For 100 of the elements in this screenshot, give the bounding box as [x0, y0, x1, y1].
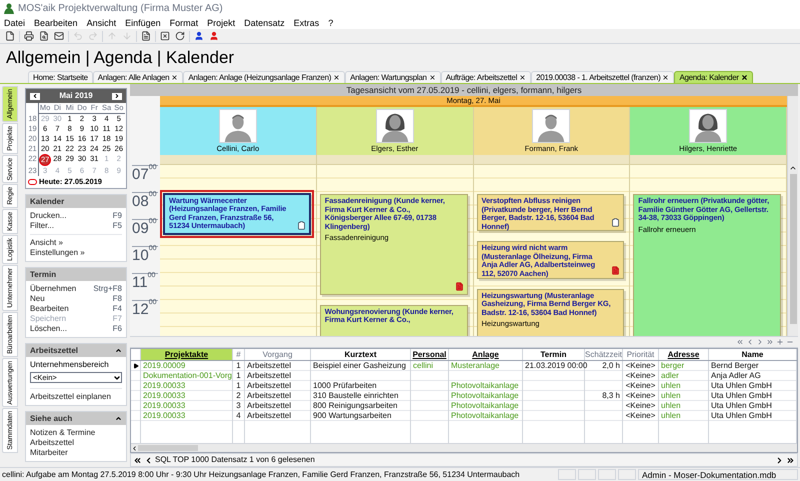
table-cell: 310 Baustelle einrichten — [313, 391, 398, 400]
column-header[interactable]: Vorgang — [245, 349, 311, 360]
panel-command[interactable]: Einstellungen » — [30, 248, 122, 258]
command-label[interactable]: Ansicht » — [30, 238, 63, 248]
command-label[interactable]: Übernehmen — [30, 284, 76, 294]
command-label[interactable]: Löschen... — [30, 324, 67, 334]
status-database: Admin - Moser-Dokumentation.mdb — [638, 469, 798, 480]
menu-item[interactable]: Datensatz — [244, 18, 285, 28]
hour-label: 09$^{00}$ — [132, 220, 156, 237]
table-cell: 2019.00033 — [143, 391, 186, 400]
document-tab[interactable]: Anlagen: Wartungsplan — [345, 71, 441, 83]
panel-title: Termin — [30, 268, 56, 280]
table-cell: <Keine> — [626, 411, 656, 420]
table-cell: 2019.00033 — [143, 411, 186, 420]
command-label[interactable]: Bearbeiten — [30, 304, 69, 314]
table-cell: 2019.00009 — [143, 361, 186, 370]
table-cell: 21.03.2019 00:00 — [525, 361, 588, 370]
shortcut-label: F8 — [112, 294, 122, 304]
panel-command[interactable]: Neu F8 — [30, 294, 122, 304]
panel-command[interactable]: Bearbeiten F4 — [30, 304, 122, 314]
command-label[interactable]: Arbeitszettel — [30, 438, 74, 448]
document-tab[interactable]: 2019.00038 - 1. Arbeitszettel (franzen) — [531, 71, 674, 83]
table-cell: Arbeitszettel — [247, 391, 292, 400]
table-cell: 8,3 h — [602, 391, 620, 400]
panel-title: Kalender — [30, 196, 64, 208]
table-cell: Uta Uhlen GmbH — [711, 381, 772, 390]
table-cell: Arbeitszettel — [247, 361, 292, 370]
table-cell: 800 Reinigungsarbeiten — [313, 401, 398, 410]
document-tab[interactable]: Anlagen: Alle Anlagen — [92, 71, 184, 83]
table-cell: Uta Uhlen GmbH — [711, 401, 772, 410]
command-label[interactable]: Drucken... — [30, 211, 66, 221]
table-cell: <Keine> — [626, 371, 656, 380]
column-header[interactable]: Personal — [411, 349, 449, 360]
table-cell: Arbeitszettel — [247, 411, 292, 420]
panel-command[interactable]: Drucken... F9 — [30, 211, 122, 221]
shortcut-label: Strg+F8 — [93, 284, 122, 294]
record-info: SQL TOP 1000 Datensatz 1 von 6 gelesenen — [155, 454, 316, 466]
status-message: cellini: Aufgabe am Montag 27.5.2019 8:00 Uhr - 9:30 Uhr Heizungsanlage Franzen, Familie Gerd Franzen, Franzstraße 56, 51234 Untermaubach — [2, 468, 521, 480]
window-title: MOS'aik Projektverwaltung (Firma Muster AG) — [18, 2, 223, 16]
menu-item[interactable]: Extras — [294, 18, 320, 28]
table-cell: 2,0 h — [602, 361, 620, 370]
column-header[interactable]: Name — [709, 349, 797, 360]
shortcut-label: F5 — [112, 221, 122, 231]
panel-command[interactable]: Notizen & Termine — [30, 428, 122, 438]
hour-label: 11$^{00}$ — [132, 274, 156, 291]
table-cell: cellini — [413, 361, 434, 370]
document-tab[interactable]: Aufträge: Arbeitszettel — [440, 71, 532, 83]
column-header[interactable]: Schätzzeit — [585, 349, 623, 360]
command-label[interactable]: Einstellungen » — [30, 248, 85, 258]
table-cell: berger — [661, 361, 684, 370]
table-cell: <Keine> — [626, 401, 656, 410]
hour-label: 07$^{00}$ — [132, 166, 156, 183]
hour-label: 10$^{00}$ — [132, 247, 156, 264]
command-label[interactable]: Neu — [30, 294, 45, 304]
table-cell: <Keine> — [626, 361, 656, 370]
panel-command[interactable]: Mitarbeiter — [30, 448, 122, 458]
month-label: Mai 2019 — [59, 90, 93, 102]
menu-item[interactable]: Projekt — [207, 18, 236, 28]
table-cell: 1 — [236, 381, 241, 390]
table-cell: Dokumentation-001-Vorg — [143, 371, 232, 380]
table-cell: Anja Adler AG — [711, 371, 761, 380]
table-cell: uhlen — [661, 411, 681, 420]
table-cell: 2 — [236, 391, 241, 400]
command-label[interactable]: Mitarbeiter — [30, 448, 68, 458]
table-cell: Uta Uhlen GmbH — [711, 391, 772, 400]
column-header[interactable]: Adresse — [659, 349, 709, 360]
document-tab[interactable]: Agenda: Kalender — [674, 71, 753, 83]
panel-command[interactable]: Ansicht » — [30, 238, 122, 248]
menu-item[interactable]: Datei — [4, 18, 26, 28]
table-cell: Photovoltaikanlage — [451, 391, 519, 400]
command-label[interactable]: Filter... — [30, 221, 54, 231]
table-cell: Musteranlage — [451, 361, 500, 370]
document-tab[interactable]: Anlagen: Anlage (Heizungsanlage Franzen) — [183, 71, 346, 83]
column-header[interactable]: Priorität — [623, 349, 659, 360]
shortcut-label: F4 — [112, 304, 122, 314]
panel-command[interactable]: Übernehmen Strg+F8 — [30, 284, 122, 294]
table-cell: Uta Uhlen GmbH — [711, 411, 772, 420]
field-label: Unternehmensbereich — [30, 360, 110, 370]
column-header[interactable]: Termin — [523, 349, 585, 360]
menu-item[interactable]: Format — [170, 18, 198, 28]
table-cell: <Keine> — [626, 381, 656, 390]
menu-item[interactable]: Ansicht — [86, 18, 116, 28]
column-header[interactable]: Kurztext — [311, 349, 411, 360]
table-cell: Photovoltaikanlage — [451, 381, 519, 390]
panel-command[interactable]: Löschen... F6 — [30, 324, 122, 334]
column-header[interactable]: # — [233, 349, 245, 360]
panel-title: Siehe auch — [30, 412, 72, 424]
column-header[interactable]: Projektakte — [141, 349, 233, 360]
document-tab[interactable]: Home: Startseite — [28, 71, 93, 83]
panel-command[interactable]: Arbeitszettel — [30, 438, 122, 448]
table-cell: Bernd Berger — [711, 361, 759, 370]
column-header[interactable]: Anlage — [449, 349, 523, 360]
table-cell: 2019.00033 — [143, 401, 186, 410]
command-label[interactable]: Notizen & Termine — [30, 428, 96, 438]
table-cell: 2019.00033 — [143, 381, 186, 390]
table-cell: <Keine> — [626, 391, 656, 400]
panel-command[interactable]: Filter... F5 — [30, 221, 122, 231]
menu-item[interactable]: ? — [328, 18, 334, 28]
menu-item[interactable]: Einfügen — [125, 18, 161, 28]
menu-item[interactable]: Bearbeiten — [34, 18, 78, 28]
